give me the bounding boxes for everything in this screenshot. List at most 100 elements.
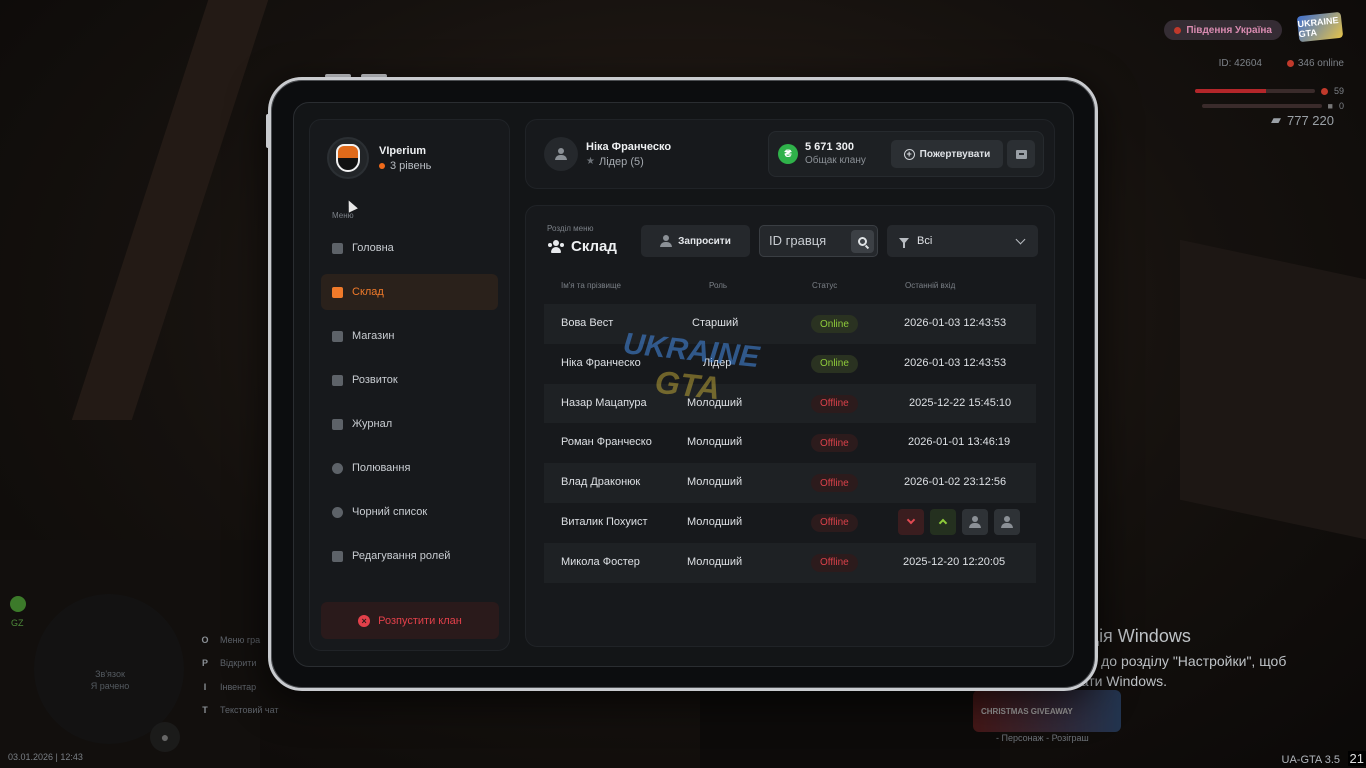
invite-button[interactable]: Запросити — [641, 225, 750, 257]
invite-label: Запросити — [678, 235, 731, 247]
key-hints: O Меню гра P Відкрити I Інвентар T Текстовий… — [200, 628, 279, 722]
status-filter-select[interactable]: Всі — [887, 225, 1038, 257]
member-name: Микола Фостер — [561, 555, 640, 568]
health-fill — [1194, 89, 1266, 93]
sidebar-item-label: Склад — [352, 286, 384, 298]
archive-icon — [1015, 149, 1027, 159]
member-profile-button[interactable] — [962, 508, 988, 535]
book-icon — [332, 418, 343, 430]
section-title: Склад — [548, 238, 617, 255]
sidebar-item-hunting[interactable]: Полювання — [321, 450, 498, 486]
money-display: ▰ 777 220 — [1271, 112, 1334, 128]
member-role: Молодший — [687, 396, 743, 409]
last-login: 2026-01-03 12:43:53 — [904, 356, 1007, 369]
online-icon — [1286, 60, 1294, 67]
dissolve-clan-button[interactable]: × Розпустити клан — [321, 602, 499, 639]
gz-label: GZ — [11, 618, 24, 628]
user-add-icon — [660, 235, 673, 247]
table-row[interactable]: Роман Франческо Молодший Offline 2026-01… — [544, 423, 1036, 463]
background-shape — [71, 0, 269, 420]
chart-icon — [332, 374, 343, 386]
promote-button[interactable] — [930, 508, 956, 535]
sidebar-item-label: Чорний список — [352, 506, 428, 518]
star-icon: ★ — [586, 156, 595, 167]
key-label: Текстовий чат — [220, 705, 279, 716]
key-label: Інвентар — [220, 681, 257, 692]
online-count: 346 online — [1286, 58, 1344, 69]
column-header-role: Роль — [709, 281, 728, 290]
status-badge: Offline — [811, 394, 858, 413]
sidebar-item-development[interactable]: Розвиток — [321, 362, 498, 398]
microphone-icon: ● — [150, 722, 180, 752]
demote-button[interactable] — [898, 508, 924, 535]
player-id-search-input[interactable] — [769, 233, 847, 248]
status-badge: Offline — [811, 474, 858, 493]
status-badge: Online — [811, 354, 858, 373]
table-row[interactable]: Назар Мацапура Молодший Offline 2025-12-… — [544, 383, 1036, 424]
version-number: 21 — [1347, 751, 1366, 766]
key-hint: O Меню гра — [200, 628, 279, 652]
row-actions — [898, 508, 1020, 535]
background-shape — [1180, 239, 1366, 541]
sidebar-item-label: Розвиток — [352, 374, 398, 386]
ban-icon — [332, 506, 343, 518]
sidebar-item-roles[interactable]: Редагування ролей — [321, 538, 498, 574]
sidebar-item-home[interactable]: Головна — [321, 230, 498, 266]
table-row[interactable]: Вова Вест Старший Online 2026-01-03 12:4… — [544, 304, 1036, 344]
column-header-name: Ім'я та прізвище — [561, 281, 621, 290]
datetime: 03.01.2026 | 12:43 — [8, 752, 83, 762]
leader-avatar — [544, 137, 578, 171]
armor-value: 0 — [1338, 101, 1344, 111]
christmas-banner[interactable]: CHRISTMAS GIVEAWAY — [973, 690, 1121, 732]
sidebar-item-warehouse[interactable]: Склад — [321, 274, 498, 310]
tablet-side-button — [266, 114, 270, 148]
search-icon — [858, 237, 867, 246]
member-role: Молодший — [687, 515, 743, 528]
basket-icon — [332, 330, 343, 342]
column-header-last-login: Останній вхід — [905, 281, 956, 290]
leader-info: Ніка Франческо ★ Лідер (5) — [544, 137, 671, 171]
key-hint: I Інвентар — [200, 675, 279, 699]
key-letter: I — [203, 681, 207, 692]
sidebar-item-label: Магазин — [352, 330, 395, 342]
minimap-text-2: Я рачено — [90, 681, 130, 691]
sidebar-item-shop[interactable]: Магазин — [321, 318, 498, 354]
server-badge: Південня Україна — [1164, 20, 1282, 40]
chevron-up-icon — [938, 519, 948, 528]
sidebar-item-blacklist[interactable]: Чорний список — [321, 494, 498, 530]
health-value: 59 — [1333, 86, 1344, 96]
key-label: Меню гра — [220, 634, 261, 645]
last-login: 2026-01-01 13:46:19 — [908, 436, 1011, 449]
shield-icon: ■ — [1327, 101, 1333, 111]
kick-member-button[interactable] — [994, 508, 1020, 535]
section-subtitle: Розділ меню — [547, 224, 594, 233]
status-badge: Online — [811, 315, 858, 333]
sidebar-item-label: Журнал — [352, 418, 393, 430]
search-button[interactable] — [851, 230, 874, 253]
target-icon — [332, 462, 343, 474]
game-logo: UKRAINE GTA — [1296, 11, 1344, 43]
clan-avatar — [327, 137, 369, 179]
user-icon — [555, 148, 567, 160]
leader-role: ★ Лідер (5) — [586, 156, 671, 168]
member-role: Лідер — [703, 356, 732, 369]
table-row[interactable]: Виталик Похуист Молодший Offline — [544, 503, 1036, 543]
filter-value: Всі — [917, 235, 933, 247]
table-header: Ім'я та прізвище Роль Статус Останній вх… — [544, 281, 1036, 293]
donate-button[interactable]: + Пожертвувати — [891, 140, 1003, 168]
table-row[interactable]: Влад Драконюк Молодший Offline 2026-01-0… — [544, 463, 1036, 503]
server-name: Південня Україна — [1186, 24, 1272, 36]
online-text: 346 online — [1297, 58, 1344, 69]
member-role: Старший — [692, 317, 739, 329]
table-row[interactable]: Микола Фостер Молодший Offline 2025-12-2… — [544, 542, 1036, 583]
last-login: 2026-01-02 23:12:56 — [904, 476, 1007, 489]
gz-icon — [10, 596, 26, 612]
key-label: Відкрити — [220, 658, 257, 669]
health-track — [1194, 89, 1315, 93]
table-row[interactable]: Ніка Франческо Лідер Online 2026-01-03 1… — [544, 344, 1036, 384]
member-name: Виталик Похуист — [561, 515, 648, 528]
archive-button[interactable] — [1007, 140, 1035, 168]
status-badge: Offline — [811, 434, 858, 453]
cash-icon: ▰ — [1271, 112, 1281, 127]
sidebar-item-journal[interactable]: Журнал — [321, 406, 498, 442]
